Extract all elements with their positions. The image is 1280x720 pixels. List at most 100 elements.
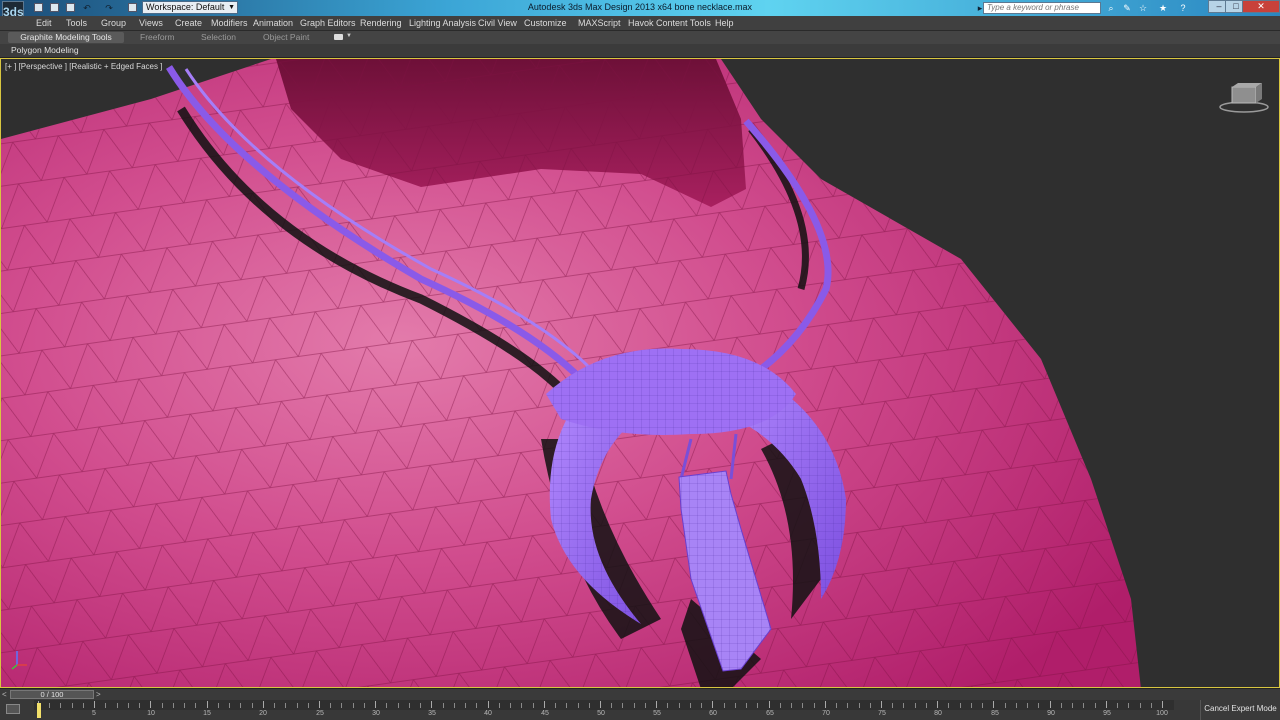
frame-tick bbox=[296, 703, 298, 708]
polygon-modeling-panel[interactable]: Polygon Modeling bbox=[11, 45, 79, 56]
frame-tick bbox=[892, 703, 894, 708]
menu-havok-content-tools[interactable]: Havok Content Tools bbox=[628, 17, 711, 29]
menu-help[interactable]: Help bbox=[715, 17, 734, 29]
frame-tick bbox=[1015, 703, 1017, 708]
frame-tick bbox=[262, 701, 264, 708]
key-mode-icon[interactable] bbox=[6, 704, 20, 714]
frame-tick bbox=[330, 703, 332, 708]
time-slider-next[interactable]: > bbox=[96, 690, 101, 699]
cancel-expert-mode-button[interactable]: Cancel Expert Mode bbox=[1200, 700, 1280, 720]
frame-tick bbox=[982, 703, 984, 708]
frame-tick bbox=[925, 703, 927, 708]
frame-tick bbox=[1083, 703, 1085, 708]
scene-render[interactable] bbox=[1, 59, 1280, 688]
tab-object-paint[interactable]: Object Paint bbox=[263, 32, 309, 43]
tab-selection[interactable]: Selection bbox=[201, 32, 236, 43]
frame-tick bbox=[555, 703, 557, 708]
menu-create[interactable]: Create bbox=[175, 17, 202, 29]
menu-bar: Edit Tools Group Views Create Modifiers … bbox=[0, 16, 1280, 31]
frame-tick bbox=[836, 703, 838, 708]
menu-rendering[interactable]: Rendering bbox=[360, 17, 402, 29]
frame-tick bbox=[847, 703, 849, 708]
menu-maxscript[interactable]: MAXScript bbox=[578, 17, 621, 29]
frame-tick bbox=[701, 703, 703, 708]
project-folder-icon[interactable] bbox=[128, 3, 137, 12]
search-input[interactable]: Type a keyword or phrase bbox=[983, 2, 1101, 14]
frame-tick bbox=[656, 701, 658, 708]
current-frame-marker[interactable] bbox=[37, 703, 41, 718]
frame-tick bbox=[341, 703, 343, 708]
frame-tick bbox=[465, 703, 467, 708]
frame-tick bbox=[150, 701, 152, 708]
frame-tick bbox=[746, 703, 748, 708]
ribbon-toggle-icon[interactable] bbox=[334, 34, 343, 40]
frame-tick bbox=[993, 701, 995, 708]
chevron-down-icon[interactable]: ▼ bbox=[346, 33, 352, 39]
frame-tick bbox=[543, 701, 545, 708]
tick-label: 70 bbox=[822, 710, 830, 717]
frame-tick bbox=[622, 703, 624, 708]
menu-edit[interactable]: Edit bbox=[36, 17, 52, 29]
frame-tick bbox=[139, 703, 141, 708]
menu-tools[interactable]: Tools bbox=[66, 17, 87, 29]
tab-graphite-modeling-tools[interactable]: Graphite Modeling Tools bbox=[8, 32, 124, 43]
new-file-icon[interactable] bbox=[34, 3, 43, 12]
frame-tick bbox=[105, 703, 107, 708]
frame-tick bbox=[903, 703, 905, 708]
help-icon[interactable]: ? bbox=[1178, 3, 1188, 13]
perspective-viewport[interactable]: [+ ] [Perspective ] [Realistic + Edged F… bbox=[0, 58, 1280, 688]
close-button[interactable]: ✕ bbox=[1242, 0, 1280, 13]
frame-tick bbox=[1049, 701, 1051, 708]
frame-tick bbox=[1072, 703, 1074, 708]
frame-tick bbox=[521, 703, 523, 708]
window-title: Autodesk 3ds Max Design 2013 x64 bone ne… bbox=[527, 2, 753, 12]
frame-tick bbox=[532, 703, 534, 708]
frame-tick bbox=[644, 703, 646, 708]
viewport-label[interactable]: [+ ] [Perspective ] [Realistic + Edged F… bbox=[5, 62, 162, 71]
menu-group[interactable]: Group bbox=[101, 17, 126, 29]
frame-tick bbox=[1027, 703, 1029, 708]
tick-label: 90 bbox=[1047, 710, 1055, 717]
binoculars-icon[interactable]: ⌕ bbox=[1106, 3, 1116, 13]
track-bar[interactable]: 5 10 15 20 25 30 35 40 45 50 55 60 65 70… bbox=[0, 700, 1200, 720]
frame-tick bbox=[914, 703, 916, 708]
time-slider-thumb[interactable]: 0 / 100 bbox=[10, 690, 94, 699]
frame-tick bbox=[240, 703, 242, 708]
frame-tick bbox=[970, 703, 972, 708]
menu-views[interactable]: Views bbox=[139, 17, 163, 29]
viewcube-icon[interactable] bbox=[1218, 83, 1270, 115]
menu-customize[interactable]: Customize bbox=[524, 17, 567, 29]
menu-graph-editors[interactable]: Graph Editors bbox=[300, 17, 356, 29]
workspace-dropdown[interactable]: Workspace: Default ▼ bbox=[142, 1, 238, 14]
open-file-icon[interactable] bbox=[50, 3, 59, 12]
menu-modifiers[interactable]: Modifiers bbox=[211, 17, 248, 29]
menu-lighting-analysis[interactable]: Lighting Analysis bbox=[409, 17, 476, 29]
tick-label: 30 bbox=[372, 710, 380, 717]
track-line[interactable] bbox=[34, 700, 1174, 710]
frame-tick bbox=[71, 703, 73, 708]
frame-tick bbox=[566, 703, 568, 708]
undo-icon[interactable]: ↶ bbox=[82, 3, 92, 13]
frame-tick bbox=[476, 703, 478, 708]
tab-freeform[interactable]: Freeform bbox=[140, 32, 174, 43]
frame-tick bbox=[498, 703, 500, 708]
tick-label: 85 bbox=[991, 710, 999, 717]
chevron-down-icon: ▼ bbox=[228, 4, 235, 11]
menu-civil-view[interactable]: Civil View bbox=[478, 17, 517, 29]
favorites-icon[interactable]: ☆ bbox=[1138, 3, 1148, 13]
save-file-icon[interactable] bbox=[66, 3, 75, 12]
frame-tick bbox=[397, 703, 399, 708]
menu-animation[interactable]: Animation bbox=[253, 17, 293, 29]
frame-tick bbox=[824, 701, 826, 708]
time-slider-prev[interactable]: < bbox=[2, 690, 7, 699]
star-icon[interactable]: ★ bbox=[1158, 3, 1168, 13]
frame-tick bbox=[94, 701, 96, 708]
frame-tick bbox=[712, 701, 714, 708]
frame-tick bbox=[802, 703, 804, 708]
frame-tick bbox=[161, 703, 163, 708]
communication-center-icon[interactable]: ✎ bbox=[1122, 3, 1132, 13]
redo-icon[interactable]: ↷ bbox=[104, 3, 114, 13]
frame-tick bbox=[386, 703, 388, 708]
tick-label: 75 bbox=[878, 710, 886, 717]
frame-tick bbox=[510, 703, 512, 708]
